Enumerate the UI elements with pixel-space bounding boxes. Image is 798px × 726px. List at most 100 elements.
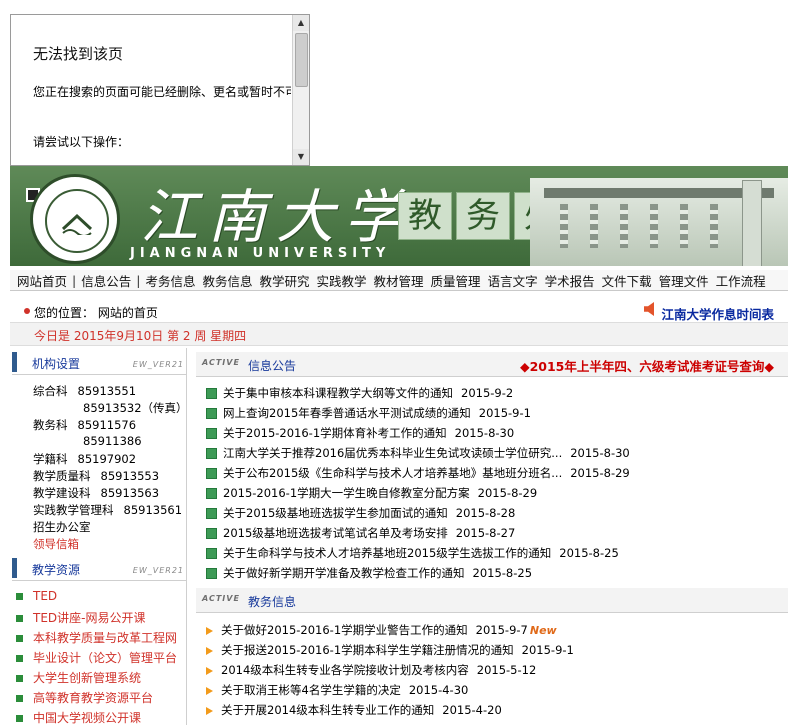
resources-section-header: 教学资源 EW_VER21	[12, 556, 186, 581]
error-title: 无法找到该页	[33, 45, 124, 63]
section-tag: EW_VER21	[132, 360, 184, 369]
location-page: 网站的首页	[97, 306, 158, 320]
mountain-wave-icon	[61, 213, 93, 235]
resource-link[interactable]: 毕业设计（论文）管理平台	[16, 649, 177, 666]
nav-academic-info[interactable]: 教务信息	[202, 271, 252, 290]
scroll-down-icon[interactable]: ▼	[293, 149, 309, 165]
active-badge: ACTIVE	[202, 594, 240, 603]
university-english-name: JIANGNAN UNIVERSITY	[130, 246, 391, 261]
affairs-item[interactable]: 关于取消王彬等4名学生学籍的决定 2015-4-30	[206, 682, 468, 698]
nav-textbook[interactable]: 教材管理	[374, 271, 424, 290]
university-logo[interactable]	[30, 174, 120, 264]
affairs-item[interactable]: 关于报送2015-2016-1学期本科学生学籍注册情况的通知 2015-9-1	[206, 642, 574, 658]
speaker-icon	[644, 302, 654, 316]
new-badge: New	[529, 624, 557, 637]
nav-home[interactable]: 网站首页	[17, 271, 67, 290]
date-bar: 今日是 2015年9月10日 第 2 周 星期四	[10, 322, 788, 346]
document-icon	[206, 568, 217, 579]
affairs-header: ACTIVE 教务信息	[196, 588, 788, 613]
bullet-icon	[16, 615, 23, 622]
nav-notices[interactable]: 信息公告	[81, 271, 131, 290]
contact-row: 教学建设科 85913563	[33, 486, 160, 500]
schedule-link[interactable]: 江南大学作息时间表	[661, 304, 774, 323]
nav-regulations[interactable]: 管理文件	[659, 271, 709, 290]
error-message: 您正在搜索的页面可能已经删除、更名或暂时不可用。	[33, 85, 291, 99]
resource-link[interactable]: 高等教育教学资源平台	[16, 689, 153, 706]
resources-title: 教学资源	[32, 563, 81, 577]
org-title: 机构设置	[32, 357, 81, 371]
cet-query-link[interactable]: ◆2015年上半年四、六级考试准考证号查询◆	[520, 356, 774, 375]
notice-item[interactable]: 网上查询2015年春季普通话水平测试成绩的通知 2015-9-1	[206, 405, 531, 421]
nav-workflow[interactable]: 工作流程	[716, 271, 766, 290]
document-icon	[206, 388, 217, 399]
contact-row: 学籍科 85197902	[33, 452, 137, 466]
bullet-icon	[16, 635, 23, 642]
contact-row: 综合科 85913551	[33, 384, 137, 398]
error-scrollbar[interactable]: ▲ ▼	[292, 15, 309, 165]
notices-header: ACTIVE 信息公告 ◆2015年上半年四、六级考试准考证号查询◆	[196, 352, 788, 377]
bullet-icon	[24, 308, 30, 314]
location-label: 您的位置：	[34, 306, 95, 320]
contact-row: 实践教学管理科 85913561	[33, 503, 183, 517]
document-icon	[206, 488, 217, 499]
bullet-icon	[16, 655, 23, 662]
affairs-title[interactable]: 教务信息	[248, 593, 296, 610]
notice-item[interactable]: 关于集中审核本科课程教学大纲等文件的通知 2015-9-2	[206, 385, 513, 401]
notice-item[interactable]: 2015级基地班选拔考试笔试名单及考场安排 2015-8-27	[206, 525, 515, 541]
arrow-right-icon	[206, 666, 213, 675]
resource-link[interactable]: 大学生创新管理系统	[16, 669, 141, 686]
building-image	[530, 178, 788, 266]
affairs-item[interactable]: 2014级本科生转专业各学院接收计划及考核内容 2015-5-12	[206, 662, 536, 678]
document-icon	[206, 408, 217, 419]
affairs-item[interactable]: 关于做好2015-2016-1学期学业警告工作的通知 2015-9-7 New	[206, 622, 557, 638]
nav-downloads[interactable]: 文件下载	[602, 271, 652, 290]
section-tag: EW_VER21	[132, 566, 184, 575]
notice-item[interactable]: 关于做好新学期开学准备及教学检查工作的通知 2015-8-25	[206, 565, 532, 581]
notice-item[interactable]: 关于生命科学与技术人才培养基地班2015级学生选拔工作的通知 2015-8-25	[206, 545, 619, 561]
arrow-right-icon	[206, 626, 213, 635]
department-char: 教	[398, 192, 452, 240]
document-icon	[206, 508, 217, 519]
resource-link[interactable]: 本科教学质量与改革工程网	[16, 629, 177, 646]
resource-link[interactable]: 中国大学视频公开课	[16, 709, 141, 726]
bullet-icon	[16, 675, 23, 682]
today-date: 今日是 2015年9月10日 第 2 周 星期四	[34, 329, 247, 343]
breadcrumb: 您的位置： 网站的首页 江南大学作息时间表	[10, 302, 788, 322]
notice-item[interactable]: 关于2015-2016-1学期体育补考工作的通知 2015-8-30	[206, 425, 514, 441]
nav-quality[interactable]: 质量管理	[431, 271, 481, 290]
bullet-icon	[16, 715, 23, 722]
arrow-right-icon	[206, 646, 213, 655]
nav-language[interactable]: 语言文字	[488, 271, 538, 290]
scroll-up-icon[interactable]: ▲	[293, 15, 309, 31]
document-icon	[206, 448, 217, 459]
affairs-item[interactable]: 关于开展2014级本科生转专业工作的通知 2015-4-20	[206, 702, 502, 718]
contact-row: 招生办公室	[33, 520, 91, 534]
university-calligraphy: 江南大学	[140, 183, 413, 251]
leader-mail-link[interactable]: 领导信箱	[33, 536, 79, 552]
notice-item[interactable]: 江南大学关于推荐2016届优秀本科毕业生免试攻读硕士学位研究... 2015-8-…	[206, 445, 630, 461]
org-section-header: 机构设置 EW_VER21	[12, 350, 186, 375]
nav-lectures[interactable]: 学术报告	[545, 271, 595, 290]
resource-link[interactable]: TED讲座-网易公开课	[16, 609, 145, 626]
header-banner: 江南大学 JIANGNAN UNIVERSITY 教 务 处	[10, 166, 788, 266]
document-icon	[206, 428, 217, 439]
document-icon	[206, 468, 217, 479]
notice-item[interactable]: 2015-2016-1学期大一学生晚自修教室分配方案 2015-8-29	[206, 485, 537, 501]
notices-title[interactable]: 信息公告	[248, 357, 296, 374]
arrow-right-icon	[206, 706, 213, 715]
bullet-icon	[16, 593, 23, 600]
error-try-text: 请尝试以下操作：	[33, 135, 130, 149]
document-icon	[206, 528, 217, 539]
bullet-icon	[16, 695, 23, 702]
scroll-thumb[interactable]	[295, 33, 308, 87]
nav-exam-info[interactable]: 考务信息	[145, 271, 195, 290]
resource-link[interactable]: TED	[16, 589, 57, 603]
contact-row: 教务科 85911576	[33, 418, 137, 432]
main-nav: 网站首页 | 信息公告 | 考务信息 教务信息 教学研究 实践教学 教材管理 质…	[10, 270, 788, 291]
department-char: 务	[456, 192, 510, 240]
notice-item[interactable]: 关于2015级基地班选拔学生参加面试的通知 2015-8-28	[206, 505, 515, 521]
notice-item[interactable]: 关于公布2015级《生命科学与技术人才培养基地》基地班分班名... 2015-8-…	[206, 465, 630, 481]
nav-practice-teaching[interactable]: 实践教学	[317, 271, 367, 290]
contact-row: 教学质量科 85913553	[33, 469, 160, 483]
nav-teaching-research[interactable]: 教学研究	[260, 271, 310, 290]
